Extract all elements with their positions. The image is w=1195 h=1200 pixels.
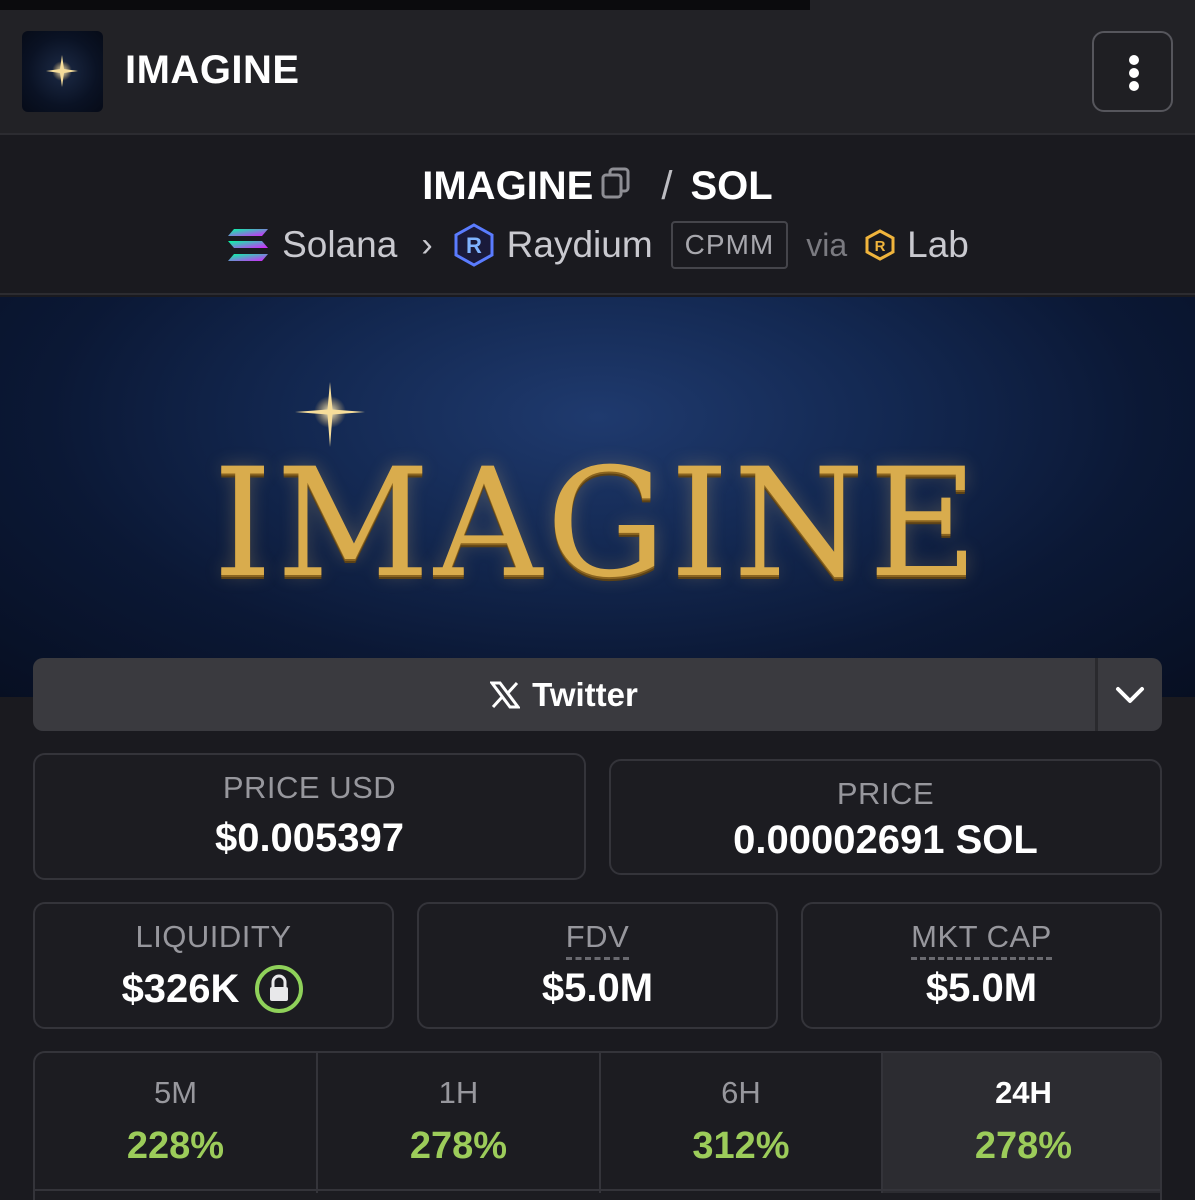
- timeframe-bottom-border: [35, 1189, 1160, 1191]
- page-title: IMAGINE: [125, 48, 300, 92]
- dex-link[interactable]: R Raydium: [453, 223, 653, 267]
- launchpad-link[interactable]: R Lab: [865, 224, 969, 266]
- svg-text:R: R: [875, 238, 886, 255]
- svg-text:R: R: [466, 233, 482, 258]
- fdv-value: $5.0M: [541, 966, 654, 1010]
- copy-icon[interactable]: [601, 164, 631, 209]
- quote-symbol: SOL: [690, 163, 773, 208]
- solana-icon: [228, 229, 269, 261]
- pair-separator: /: [661, 163, 673, 208]
- via-label: via: [806, 226, 848, 263]
- chevron-down-icon: [1116, 686, 1144, 703]
- timeframe-tab-1h[interactable]: 1H 278%: [318, 1053, 599, 1193]
- more-menu-button[interactable]: [1092, 31, 1173, 112]
- token-banner: IMAGINE: [0, 297, 1195, 697]
- mktcap-label-wrap: MKT CAP: [803, 919, 1160, 960]
- pair-title: IMAGINE / SOL: [0, 162, 1195, 209]
- market-cap-card: MKT CAP $5.0M: [801, 902, 1162, 1029]
- twitter-button[interactable]: Twitter: [33, 658, 1095, 731]
- timeframe-change: 278%: [974, 1125, 1073, 1167]
- base-symbol: IMAGINE: [422, 163, 594, 208]
- status-strip-right: [810, 0, 1195, 10]
- launchpad-icon: R: [865, 229, 895, 261]
- timeframe-tab-24h[interactable]: 24H 278%: [883, 1053, 1160, 1193]
- status-strip: [0, 0, 1195, 10]
- x-logo-icon: [490, 681, 521, 708]
- pool-type-badge: CPMM: [670, 221, 789, 269]
- liquidity-value: $326K: [121, 966, 240, 1011]
- price-native-value: 0.00002691 SOL: [733, 818, 1038, 862]
- timeframe-changes: 5M 228% 1H 278% 6H 312% 24H 278%: [33, 1051, 1162, 1200]
- fdv-label-wrap: FDV: [419, 919, 776, 960]
- timeframe-change: 278%: [409, 1125, 508, 1167]
- banner-title: IMAGINE: [213, 437, 982, 611]
- price-usd-value: $0.005397: [214, 816, 405, 860]
- raydium-icon: R: [454, 223, 494, 267]
- timeframe-label: 24H: [995, 1075, 1052, 1110]
- status-strip-left: [0, 0, 810, 10]
- header: IMAGINE: [0, 10, 1195, 135]
- dex-name: Raydium: [506, 224, 653, 265]
- pair-info: IMAGINE / SOL Solana › R Raydium CPMM vi…: [0, 137, 1195, 295]
- timeframe-label: 6H: [721, 1075, 761, 1110]
- timeframe-label: 5M: [153, 1075, 198, 1110]
- timeframe-change: 312%: [692, 1125, 790, 1167]
- mktcap-label[interactable]: MKT CAP: [911, 919, 1052, 960]
- pair-route: Solana › R Raydium CPMM via R Lab: [0, 219, 1195, 271]
- launchpad-name: Lab: [907, 224, 969, 265]
- mktcap-value: $5.0M: [925, 966, 1038, 1010]
- timeframe-label: 1H: [438, 1075, 479, 1110]
- lock-icon[interactable]: [253, 963, 305, 1015]
- liquidity-value-row: $326K: [35, 963, 392, 1015]
- fdv-label[interactable]: FDV: [565, 919, 630, 960]
- twitter-label: Twitter: [532, 675, 638, 713]
- timeframe-tab-5m[interactable]: 5M 228%: [35, 1053, 316, 1193]
- timeframe-tab-6h[interactable]: 6H 312%: [601, 1053, 881, 1193]
- chain-name: Solana: [282, 224, 398, 265]
- chevron-right-icon: ›: [421, 225, 433, 264]
- liquidity-card: LIQUIDITY $326K: [33, 902, 394, 1029]
- price-usd-label: PRICE USD: [222, 770, 397, 805]
- socials-bar: Twitter: [33, 658, 1162, 731]
- price-usd-card: PRICE USD $0.005397: [33, 753, 586, 880]
- price-native-label: PRICE: [836, 776, 935, 811]
- timeframe-change: 228%: [126, 1125, 225, 1167]
- sparkle-star-icon: [46, 55, 78, 87]
- chain-link[interactable]: Solana: [226, 224, 397, 266]
- liquidity-label: LIQUIDITY: [135, 919, 292, 954]
- fdv-card: FDV $5.0M: [417, 902, 778, 1029]
- token-logo: [22, 31, 103, 112]
- price-native-card: PRICE 0.00002691 SOL: [609, 759, 1162, 875]
- socials-dropdown-button[interactable]: [1098, 658, 1162, 731]
